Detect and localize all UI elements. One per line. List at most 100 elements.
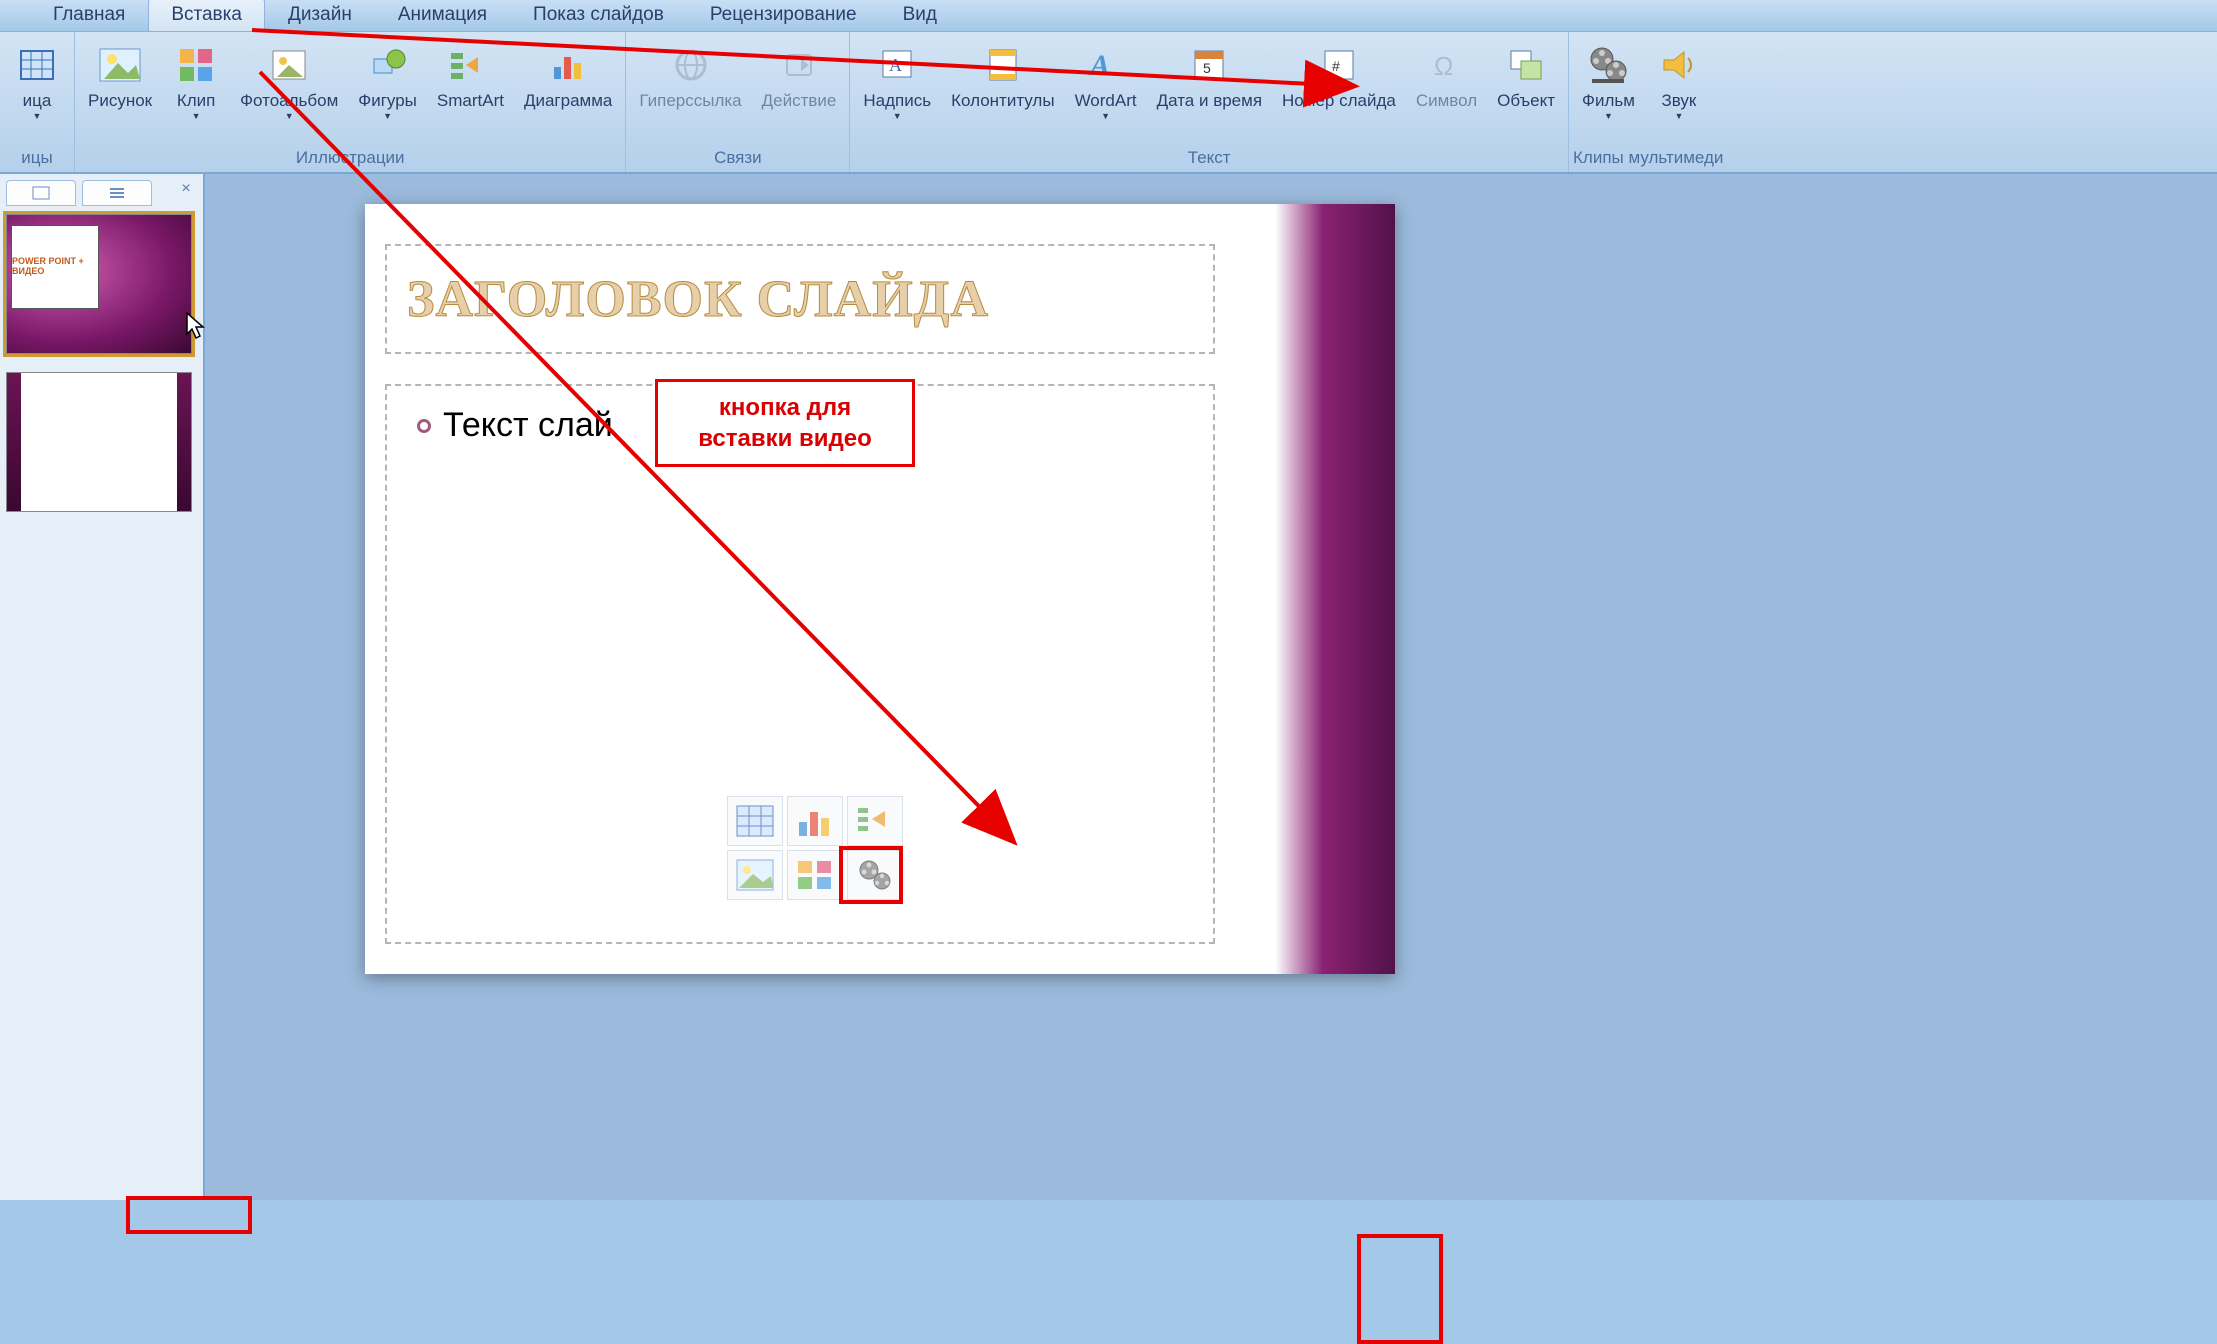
annotation-box-tab-insert xyxy=(126,1196,252,1234)
outline-tab[interactable] xyxy=(82,180,152,206)
tab-home[interactable]: Главная xyxy=(30,0,148,31)
datetime-label: Дата и время xyxy=(1157,91,1262,111)
datetime-button[interactable]: 5 Дата и время xyxy=(1148,38,1271,114)
ribbon-group-tables: ица ▼ ицы xyxy=(0,32,75,172)
panel-tabs: × xyxy=(6,180,197,206)
slides-tab[interactable] xyxy=(6,180,76,206)
group-label-illustrations: Иллюстрации xyxy=(79,144,621,172)
chevron-down-icon: ▼ xyxy=(383,111,392,121)
picture-icon xyxy=(96,41,144,89)
chevron-down-icon: ▼ xyxy=(192,111,201,121)
insert-media-icon[interactable] xyxy=(847,850,903,900)
insert-picture-icon[interactable] xyxy=(727,850,783,900)
chevron-down-icon: ▼ xyxy=(285,111,294,121)
group-label-links: Связи xyxy=(630,144,845,172)
callout-line2: вставки видео xyxy=(676,423,894,454)
sound-label: Звук xyxy=(1661,91,1696,111)
close-icon: × xyxy=(181,180,190,197)
ribbon-group-illustrations: Рисунок Клип ▼ Фотоальбом ▼ Фиг xyxy=(75,32,626,172)
insert-chart-icon[interactable] xyxy=(787,796,843,846)
chevron-down-icon: ▼ xyxy=(1604,111,1613,121)
annotation-callout: кнопка для вставки видео xyxy=(655,379,915,467)
object-label: Объект xyxy=(1497,91,1555,111)
shapes-icon xyxy=(364,41,412,89)
slidenum-icon: # xyxy=(1315,41,1363,89)
symbol-icon: Ω xyxy=(1422,41,1470,89)
textbox-icon: A xyxy=(873,41,921,89)
slide-editor[interactable]: ЗАГОЛОВОК СЛАЙДА Текст слай xyxy=(205,174,2217,1200)
chart-icon xyxy=(544,41,592,89)
outline-tab-icon xyxy=(108,186,126,200)
textbox-button[interactable]: A Надпись ▼ xyxy=(854,38,940,124)
thumb2-right-stripe xyxy=(177,373,191,511)
group-label-text: Текст xyxy=(854,144,1564,172)
sound-icon xyxy=(1655,41,1703,89)
symbol-button[interactable]: Ω Символ xyxy=(1407,38,1486,114)
slides-tab-icon xyxy=(32,186,50,200)
tab-view[interactable]: Вид xyxy=(880,0,960,31)
picture-button[interactable]: Рисунок xyxy=(79,38,161,114)
thumb2-left-stripe xyxy=(7,373,21,511)
insert-clipart-icon[interactable] xyxy=(787,850,843,900)
menu-tab-bar: Главная Вставка Дизайн Анимация Показ сл… xyxy=(0,0,2217,32)
insert-table-icon[interactable] xyxy=(727,796,783,846)
sound-button[interactable]: Звук ▼ xyxy=(1646,38,1712,124)
clipart-button[interactable]: Клип ▼ xyxy=(163,38,229,124)
tab-review[interactable]: Рецензирование xyxy=(687,0,880,31)
content-icon-grid xyxy=(727,796,903,900)
chevron-down-icon: ▼ xyxy=(33,111,42,121)
tab-animation[interactable]: Анимация xyxy=(375,0,510,31)
action-button[interactable]: Действие xyxy=(753,38,846,114)
wordart-button[interactable]: A WordArt ▼ xyxy=(1066,38,1146,124)
shapes-button[interactable]: Фигуры ▼ xyxy=(349,38,426,124)
movie-button[interactable]: Фильм ▼ xyxy=(1573,38,1644,124)
slidenum-button[interactable]: # Номер слайда xyxy=(1273,38,1405,114)
callout-line1: кнопка для xyxy=(676,392,894,423)
tab-design[interactable]: Дизайн xyxy=(265,0,375,31)
thumb1-caption: POWER POINT + ВИДЕО xyxy=(11,225,99,309)
clipart-icon xyxy=(172,41,220,89)
smartart-label: SmartArt xyxy=(437,91,504,111)
slide-thumbnail-2[interactable] xyxy=(6,372,192,512)
content-area: × POWER POINT + ВИДЕО ЗАГОЛОВОК СЛАЙДА Т… xyxy=(0,174,2217,1200)
chevron-down-icon: ▼ xyxy=(1674,111,1683,121)
slide-thumbnail-1[interactable]: POWER POINT + ВИДЕО xyxy=(6,214,192,354)
wordart-icon: A xyxy=(1082,41,1130,89)
datetime-icon: 5 xyxy=(1185,41,1233,89)
svg-text:Ω: Ω xyxy=(1434,51,1453,81)
ribbon-group-media: Фильм ▼ Звук ▼ Клипы мультимеди xyxy=(1569,32,1727,172)
textbox-label: Надпись xyxy=(863,91,931,111)
ribbon: ица ▼ ицы Рисунок Клип ▼ xyxy=(0,32,2217,174)
headerfooter-button[interactable]: Колонтитулы xyxy=(942,38,1063,114)
smartart-icon xyxy=(446,41,494,89)
action-label: Действие xyxy=(762,91,837,111)
shapes-label: Фигуры xyxy=(358,91,417,111)
headerfooter-icon xyxy=(979,41,1027,89)
body-placeholder[interactable]: Текст слай xyxy=(385,384,1215,944)
chevron-down-icon: ▼ xyxy=(1101,111,1110,121)
smartart-button[interactable]: SmartArt xyxy=(428,38,513,114)
title-placeholder[interactable]: ЗАГОЛОВОК СЛАЙДА xyxy=(385,244,1215,354)
slide-canvas[interactable]: ЗАГОЛОВОК СЛАЙДА Текст слай xyxy=(365,204,1395,974)
bullet-icon xyxy=(417,419,431,433)
slide-title-text: ЗАГОЛОВОК СЛАЙДА xyxy=(407,270,1193,329)
ribbon-group-text: A Надпись ▼ Колонтитулы A WordArt ▼ xyxy=(850,32,1569,172)
insert-smartart-icon[interactable] xyxy=(847,796,903,846)
tab-insert[interactable]: Вставка xyxy=(148,0,265,31)
clipart-label: Клип xyxy=(177,91,216,111)
picture-label: Рисунок xyxy=(88,91,152,111)
slide-gradient xyxy=(1275,204,1395,974)
table-button[interactable]: ица ▼ xyxy=(4,38,70,124)
symbol-label: Символ xyxy=(1416,91,1477,111)
svg-text:#: # xyxy=(1332,58,1340,74)
photoalbum-button[interactable]: Фотоальбом ▼ xyxy=(231,38,347,124)
hyperlink-button[interactable]: Гиперссылка xyxy=(630,38,750,114)
chart-button[interactable]: Диаграмма xyxy=(515,38,621,114)
slide-thumbnails-panel: × POWER POINT + ВИДЕО xyxy=(0,174,205,1200)
svg-text:5: 5 xyxy=(1203,60,1211,76)
slidenum-label: Номер слайда xyxy=(1282,91,1396,111)
movie-icon xyxy=(1584,41,1632,89)
object-button[interactable]: Объект xyxy=(1488,38,1564,114)
tab-slideshow[interactable]: Показ слайдов xyxy=(510,0,687,31)
panel-close-button[interactable]: × xyxy=(175,180,197,206)
